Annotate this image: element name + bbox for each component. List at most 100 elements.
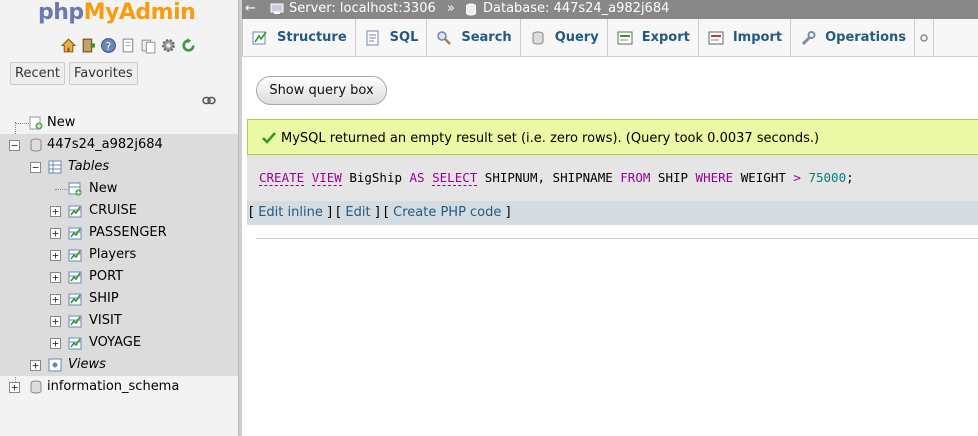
docs-icon[interactable] xyxy=(120,37,137,54)
expand-icon[interactable]: + xyxy=(50,250,61,261)
tab-label: Operations xyxy=(825,30,907,45)
sql-text: SHIPNUM, SHIPNAME xyxy=(477,170,621,185)
divider xyxy=(256,238,978,239)
sql-code: CREATE VIEW BigShip AS SELECT SHIPNUM, S… xyxy=(259,170,854,186)
sql-icon xyxy=(366,30,379,45)
tree-new-table-label: New xyxy=(89,181,118,196)
expand-icon[interactable]: + xyxy=(50,228,61,239)
expand-icon[interactable]: + xyxy=(9,382,20,393)
table-icon xyxy=(68,249,82,262)
tab-label: Export xyxy=(641,30,690,45)
phpmyadmin-logo[interactable]: phpMyAdmin xyxy=(38,0,196,30)
wrench-icon xyxy=(802,30,816,45)
tab-label: SQL xyxy=(389,30,419,45)
tree-new-database[interactable]: New xyxy=(0,112,240,134)
create-php-code-link[interactable]: Create PHP code xyxy=(393,205,501,220)
success-message: MySQL returned an empty result set (i.e.… xyxy=(247,119,978,155)
logout-icon[interactable] xyxy=(80,37,97,54)
tab-export[interactable]: Export xyxy=(608,19,699,56)
tree-new-table[interactable]: New xyxy=(0,178,240,200)
table-name: PASSENGER xyxy=(89,225,167,240)
tree-views-group[interactable]: + Views xyxy=(0,354,240,376)
success-text: MySQL returned an empty result set (i.e.… xyxy=(281,131,820,146)
success-check-icon xyxy=(262,132,276,144)
sql-keyword[interactable]: SELECT xyxy=(432,170,478,186)
sql-query-display: CREATE VIEW BigShip AS SELECT SHIPNUM, S… xyxy=(247,155,978,201)
table-item-voyage[interactable]: + VOYAGE xyxy=(0,332,240,354)
sql-keyword[interactable]: VIEW xyxy=(311,170,342,186)
breadcrumb-server[interactable]: Server: localhost:3306 xyxy=(289,0,436,18)
table-icon xyxy=(68,205,82,218)
table-item-passenger[interactable]: + PASSENGER xyxy=(0,222,240,244)
tab-label: Search xyxy=(461,30,512,45)
nav-resize-handle[interactable] xyxy=(238,0,242,436)
edit-link[interactable]: Edit xyxy=(345,205,370,220)
breadcrumb-separator: » xyxy=(447,1,455,16)
database-menu: Structure SQL Search Query Export Import… xyxy=(242,19,978,57)
tables-label: Tables xyxy=(68,159,110,174)
breadcrumb: ← Server: localhost:3306 » Database: 447… xyxy=(242,0,978,19)
expand-icon[interactable]: + xyxy=(50,272,61,283)
database-name: information_schema xyxy=(47,379,180,394)
table-name: PORT xyxy=(89,269,124,284)
table-name: CRUISE xyxy=(89,203,137,218)
table-name: Players xyxy=(89,247,137,262)
sql-keyword: WHERE xyxy=(695,170,734,185)
favorites-tab[interactable]: Favorites xyxy=(68,62,138,85)
table-item-visit[interactable]: + VISIT xyxy=(0,310,240,332)
table-name: VISIT xyxy=(89,313,122,328)
database-tree: New − 447s24_a982j684 − Tables New + CRU… xyxy=(0,112,240,398)
show-query-box-button[interactable]: Show query box xyxy=(256,76,387,105)
edit-inline-link[interactable]: Edit inline xyxy=(258,205,323,220)
breadcrumb-database[interactable]: Database: 447s24_a982j684 xyxy=(483,0,669,18)
table-item-cruise[interactable]: + CRUISE xyxy=(0,200,240,222)
expand-icon[interactable]: + xyxy=(30,360,41,371)
sql-keyword[interactable]: CREATE xyxy=(259,170,305,186)
tree-database-447s24[interactable]: − 447s24_a982j684 xyxy=(0,134,240,156)
import-icon xyxy=(708,31,724,44)
table-item-players[interactable]: + Players xyxy=(0,244,240,266)
query-icon xyxy=(532,31,544,44)
views-label: Views xyxy=(68,357,106,372)
table-icon xyxy=(68,315,82,328)
collapse-icon[interactable]: − xyxy=(30,162,41,173)
tab-operations[interactable]: Operations xyxy=(791,19,916,56)
table-item-ship[interactable]: + SHIP xyxy=(0,288,240,310)
reload-icon[interactable] xyxy=(180,37,197,54)
home-icon[interactable] xyxy=(60,37,77,54)
expand-icon[interactable]: + xyxy=(50,316,61,327)
help-icon[interactable]: ? xyxy=(100,37,117,54)
tab-search[interactable]: Search xyxy=(427,19,521,56)
copy-icon[interactable] xyxy=(140,37,157,54)
table-item-port[interactable]: + PORT xyxy=(0,266,240,288)
tab-more[interactable] xyxy=(915,19,935,56)
tree-database-information-schema[interactable]: + information_schema xyxy=(0,376,240,398)
settings-icon[interactable] xyxy=(160,37,177,54)
tab-structure[interactable]: Structure xyxy=(242,19,356,56)
sql-number: 75000 xyxy=(808,170,847,185)
link-icon[interactable] xyxy=(202,96,216,105)
recent-tab[interactable]: Recent xyxy=(10,62,65,85)
new-database-icon xyxy=(29,116,43,130)
nav-tabs: Recent Favorites xyxy=(10,62,138,85)
expand-icon[interactable]: + xyxy=(50,206,61,217)
new-table-icon xyxy=(68,182,82,196)
tab-import[interactable]: Import xyxy=(699,19,792,56)
export-icon xyxy=(617,31,633,44)
bracket-text: ] [ xyxy=(370,205,394,220)
tab-query[interactable]: Query xyxy=(521,19,608,56)
server-icon xyxy=(270,3,284,14)
tree-tables-group[interactable]: − Tables xyxy=(0,156,240,178)
sql-text: SHIP xyxy=(650,170,696,185)
expand-icon[interactable]: + xyxy=(50,294,61,305)
structure-icon xyxy=(252,31,267,44)
table-name: VOYAGE xyxy=(89,335,142,350)
table-icon xyxy=(68,293,82,306)
collapse-arrow-icon[interactable]: ← xyxy=(245,0,256,18)
database-icon xyxy=(30,138,42,152)
sql-keyword: AS xyxy=(409,170,425,185)
expand-icon[interactable]: + xyxy=(50,338,61,349)
tab-sql[interactable]: SQL xyxy=(356,19,428,56)
collapse-icon[interactable]: − xyxy=(9,140,20,151)
